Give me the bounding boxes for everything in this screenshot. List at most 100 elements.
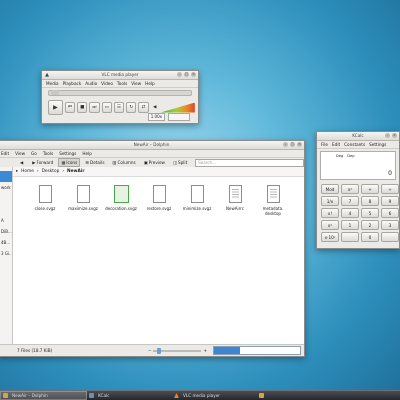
- calc-button-exp[interactable]: x·10ʸ: [321, 232, 339, 242]
- icons-view-button[interactable]: ▦ Icons: [58, 158, 81, 167]
- calc-button-7[interactable]: 7: [341, 196, 359, 206]
- places-item[interactable]: 4B...: [0, 237, 12, 248]
- calc-button-reciprocal[interactable]: 1/x: [321, 196, 339, 206]
- forward-button[interactable]: ▶ Forward: [29, 158, 56, 167]
- menu-constants[interactable]: Constants: [344, 142, 365, 147]
- kcalc-menubar: File Edit Constants Settings: [317, 141, 399, 149]
- calc-display: Deg Dep 0: [320, 151, 396, 180]
- kcalc-titlebar[interactable]: KCalc – ×: [317, 132, 399, 141]
- file-item[interactable]: NewAirrc: [216, 185, 254, 216]
- play-icon[interactable]: ▶: [48, 100, 63, 115]
- breadcrumb-newair[interactable]: NewAir: [66, 169, 85, 174]
- calc-button-2[interactable]: 2: [361, 220, 379, 230]
- menu-edit[interactable]: Edit: [332, 142, 340, 147]
- places-item[interactable]: A: [0, 215, 12, 226]
- fullscreen-icon[interactable]: ▭: [101, 102, 112, 113]
- loop-icon[interactable]: ↻: [126, 102, 137, 113]
- preview-icon: ▣: [143, 160, 148, 165]
- vlc-titlebar[interactable]: ▲ VLC media player – □ ×: [42, 71, 198, 80]
- maximize-icon[interactable]: □: [290, 142, 295, 147]
- taskbar-item-kcalc[interactable]: KCalc: [87, 392, 172, 399]
- menu-tools[interactable]: Tools: [117, 81, 127, 86]
- menu-media[interactable]: Media: [46, 81, 59, 86]
- calc-button-1[interactable]: 1: [341, 220, 359, 230]
- calc-button-blank[interactable]: [341, 232, 359, 242]
- calc-button-0[interactable]: 0: [361, 232, 379, 242]
- calc-button-3[interactable]: 3: [381, 220, 399, 230]
- menu-file[interactable]: File: [321, 142, 328, 147]
- minimize-icon[interactable]: –: [283, 142, 288, 147]
- places-item[interactable]: [0, 193, 12, 204]
- file-item[interactable]: minimize.svgz: [178, 185, 216, 216]
- search-input[interactable]: Search...: [195, 158, 304, 167]
- prev-icon[interactable]: ⏮: [64, 102, 76, 113]
- playlist-icon[interactable]: ☰: [113, 102, 125, 113]
- shuffle-icon[interactable]: ⇄: [138, 102, 149, 113]
- menu-settings[interactable]: Settings: [59, 151, 76, 156]
- calc-button-mod[interactable]: Mod: [321, 184, 339, 194]
- taskbar-item-dolphin[interactable]: NewAir – Dolphin: [0, 391, 87, 400]
- menu-view[interactable]: View: [15, 151, 25, 156]
- close-icon[interactable]: ×: [297, 142, 302, 147]
- maximize-icon[interactable]: □: [184, 72, 189, 77]
- calc-button-6[interactable]: 6: [381, 208, 399, 218]
- taskbar-item-vlc[interactable]: VLC media player: [172, 392, 257, 399]
- close-icon[interactable]: ×: [191, 72, 196, 77]
- places-item[interactable]: work: [0, 182, 12, 193]
- split-button[interactable]: ◫ Split: [170, 158, 190, 167]
- columns-view-button[interactable]: ▥ Columns: [110, 158, 139, 167]
- details-view-button[interactable]: ☰ Details: [82, 158, 107, 167]
- menu-tools[interactable]: Tools: [43, 151, 53, 156]
- places-item[interactable]: DiB...: [0, 226, 12, 237]
- file-item[interactable]: maximize.svgz: [64, 185, 102, 216]
- menu-edit[interactable]: Edit: [1, 151, 9, 156]
- split-icon: ◫: [172, 160, 177, 165]
- menu-help[interactable]: Help: [82, 151, 92, 156]
- places-item[interactable]: 3 Gi...: [0, 248, 12, 259]
- back-button[interactable]: ◀: [17, 158, 27, 167]
- next-icon[interactable]: ⏭: [89, 102, 100, 113]
- calc-button-square[interactable]: x²: [341, 184, 359, 194]
- calc-button-blank[interactable]: [381, 232, 399, 242]
- preview-button[interactable]: ▣ Preview: [141, 158, 168, 167]
- volume-icon[interactable]: ◀: [151, 103, 159, 112]
- file-item[interactable]: metadata. desktop: [254, 185, 292, 216]
- places-item[interactable]: [0, 204, 12, 215]
- menu-video[interactable]: Video: [101, 81, 113, 86]
- taskbar-item-empty[interactable]: [257, 392, 342, 399]
- calc-button-plus[interactable]: +: [361, 184, 379, 194]
- seek-bar[interactable]: [48, 90, 192, 96]
- calc-button-9[interactable]: 9: [381, 196, 399, 206]
- calc-button-factorial[interactable]: x!: [321, 208, 339, 218]
- calc-button-power[interactable]: x²: [321, 220, 339, 230]
- volume-slider[interactable]: [160, 102, 195, 113]
- calc-button-divide[interactable]: ÷: [381, 184, 399, 194]
- breadcrumb-home[interactable]: Home: [20, 169, 35, 174]
- playback-speed[interactable]: 1.00x: [147, 113, 165, 121]
- close-icon[interactable]: ×: [392, 133, 397, 138]
- dolphin-titlebar[interactable]: NewAir – Dolphin – □ ×: [0, 141, 304, 150]
- minimize-icon[interactable]: –: [385, 133, 390, 138]
- file-item[interactable]: close.svgz: [26, 185, 64, 216]
- file-item[interactable]: decoration.svgz: [102, 185, 140, 216]
- menu-audio[interactable]: Audio: [85, 81, 97, 86]
- menu-settings[interactable]: Settings: [369, 142, 386, 147]
- zoom-out-icon[interactable]: −: [148, 348, 152, 353]
- calc-button-8[interactable]: 8: [361, 196, 379, 206]
- vlc-cone-icon: ▲: [45, 72, 49, 78]
- stop-icon[interactable]: ■: [77, 102, 88, 113]
- calc-button-5[interactable]: 5: [361, 208, 379, 218]
- minimize-icon[interactable]: –: [177, 72, 182, 77]
- menu-playback[interactable]: Playback: [63, 81, 82, 86]
- file-item[interactable]: restore.svgz: [140, 185, 178, 216]
- breadcrumb-desktop[interactable]: Desktop: [41, 169, 61, 174]
- free-space-bar[interactable]: 32.1 GiB free: [213, 346, 301, 355]
- calc-button-4[interactable]: 4: [341, 208, 359, 218]
- zoom-slider[interactable]: [153, 347, 202, 354]
- file-grid: close.svgz maximize.svgz decoration.svgz…: [13, 177, 304, 216]
- zoom-in-icon[interactable]: +: [203, 348, 207, 353]
- menu-help[interactable]: Help: [145, 81, 155, 86]
- menu-view[interactable]: View: [131, 81, 141, 86]
- places-item-selected[interactable]: [0, 171, 12, 182]
- menu-go[interactable]: Go: [31, 151, 37, 156]
